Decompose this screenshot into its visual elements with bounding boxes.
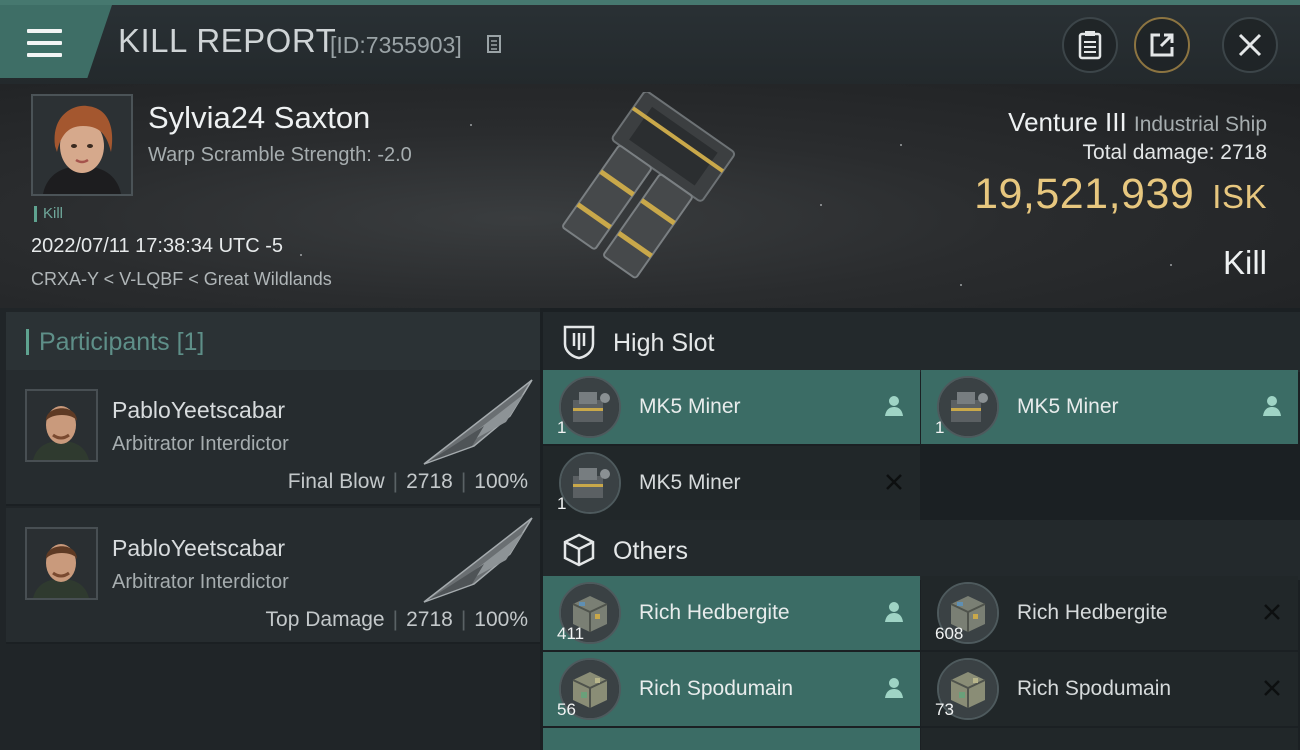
- item-name: Rich Hedbergite: [639, 601, 790, 624]
- others-header: Others: [543, 520, 1300, 580]
- item-quantity: 1: [557, 418, 567, 437]
- kill-summary-panel: Sylvia24 Saxton Warp Scramble Strength: …: [0, 84, 1300, 308]
- header-bar: KILL REPORT [ID:7355903]: [0, 0, 1300, 84]
- item-row-partial[interactable]: [921, 728, 1298, 750]
- item-row[interactable]: 1 MK5 Miner: [543, 370, 920, 444]
- person-icon: [885, 602, 903, 622]
- participant-ship-image: [423, 517, 533, 603]
- participant-stats: Top Damage | 2718 | 100%: [265, 608, 528, 631]
- others-title: Others: [613, 537, 689, 565]
- item-row[interactable]: 56 Rich Spodumain: [543, 652, 920, 726]
- share-button[interactable]: [1134, 17, 1190, 73]
- item-quantity: 1: [557, 494, 567, 513]
- item-name: MK5 Miner: [639, 471, 741, 494]
- item-row[interactable]: 1 MK5 Miner: [543, 446, 920, 520]
- participant-row[interactable]: PabloYeetscabar Arbitrator Interdictor T…: [6, 508, 540, 644]
- item-row-partial[interactable]: [543, 728, 920, 750]
- kill-datetime: 2022/07/11 17:38:34 UTC -5: [31, 235, 284, 257]
- participant-avatar: [27, 529, 96, 598]
- participant-avatar: [27, 391, 96, 460]
- participant-name[interactable]: PabloYeetscabar: [112, 535, 285, 562]
- miner-module-icon: [937, 376, 999, 438]
- item-quantity: 73: [935, 700, 954, 719]
- isk-value: 19,521,939 ISK: [974, 170, 1267, 218]
- close-icon: [1238, 33, 1262, 57]
- item-name: Rich Hedbergite: [1017, 601, 1168, 624]
- item-quantity: 56: [557, 700, 576, 719]
- share-icon: [1150, 33, 1174, 57]
- item-name: MK5 Miner: [639, 395, 741, 418]
- participants-title: Participants [1]: [26, 329, 204, 355]
- copy-icon[interactable]: [487, 35, 505, 57]
- person-icon: [885, 396, 903, 416]
- high-slot-icon: [563, 325, 595, 360]
- victim-ship-name[interactable]: Venture III Industrial Ship: [1008, 107, 1267, 138]
- participant-portrait[interactable]: [25, 389, 98, 462]
- victim-ship-image[interactable]: [525, 92, 775, 302]
- high-slot-title: High Slot: [613, 329, 715, 357]
- item-name: Rich Spodumain: [1017, 677, 1172, 700]
- item-quantity: 608: [935, 624, 964, 643]
- clipboard-button[interactable]: [1062, 17, 1118, 73]
- item-quantity: 411: [557, 624, 585, 643]
- person-icon: [885, 678, 903, 698]
- item-quantity: 1: [935, 418, 945, 437]
- item-name: Rich Spodumain: [639, 677, 794, 700]
- victim-name[interactable]: Sylvia24 Saxton: [148, 100, 370, 136]
- item-row[interactable]: 1 MK5 Miner: [921, 370, 1298, 444]
- person-icon: [1263, 396, 1281, 416]
- victim-avatar: [33, 96, 131, 194]
- participant-ship-image: [423, 379, 533, 465]
- header-accent-line: [0, 0, 1300, 5]
- victim-ship-class: Industrial Ship: [1133, 113, 1267, 136]
- kill-tag: Kill: [34, 206, 63, 222]
- participants-header: Participants [1]: [6, 312, 540, 370]
- clipboard-icon: [1078, 31, 1102, 60]
- hamburger-menu-icon[interactable]: [27, 29, 62, 57]
- report-id: [ID:7355903]: [330, 32, 462, 58]
- miner-module-icon: [559, 376, 621, 438]
- x-icon: [1264, 604, 1280, 620]
- x-icon: [1264, 680, 1280, 696]
- participant-ship: Arbitrator Interdictor: [112, 433, 289, 455]
- kill-location[interactable]: CRXA-Y < V-LQBF < Great Wildlands: [31, 269, 332, 290]
- items-panel: High Slot 1 MK5 Miner 1 MK5 Miner 1 MK5 …: [543, 308, 1300, 750]
- victim-portrait[interactable]: [31, 94, 133, 196]
- cube-icon: [563, 533, 595, 567]
- warp-scramble-strength: Warp Scramble Strength: -2.0: [148, 144, 412, 166]
- x-icon: [886, 474, 902, 490]
- participant-name[interactable]: PabloYeetscabar: [112, 397, 285, 424]
- menu-button[interactable]: [0, 5, 112, 78]
- participant-ship: Arbitrator Interdictor: [112, 571, 289, 593]
- participant-portrait[interactable]: [25, 527, 98, 600]
- miner-module-icon: [559, 452, 621, 514]
- item-name: MK5 Miner: [1017, 395, 1119, 418]
- high-slot-header: High Slot: [543, 312, 1300, 372]
- participant-stats: Final Blow | 2718 | 100%: [287, 470, 528, 493]
- participants-panel: Participants [1] PabloYeetscabar Arbitra…: [0, 308, 540, 750]
- close-button[interactable]: [1222, 17, 1278, 73]
- item-row[interactable]: 608 Rich Hedbergite: [921, 576, 1298, 650]
- item-row[interactable]: 73 Rich Spodumain: [921, 652, 1298, 726]
- kill-result: Kill: [1222, 244, 1267, 281]
- page-title: KILL REPORT: [118, 22, 337, 59]
- participant-row[interactable]: PabloYeetscabar Arbitrator Interdictor F…: [6, 370, 540, 506]
- item-row[interactable]: 411 Rich Hedbergite: [543, 576, 920, 650]
- total-damage: Total damage: 2718: [1082, 141, 1267, 164]
